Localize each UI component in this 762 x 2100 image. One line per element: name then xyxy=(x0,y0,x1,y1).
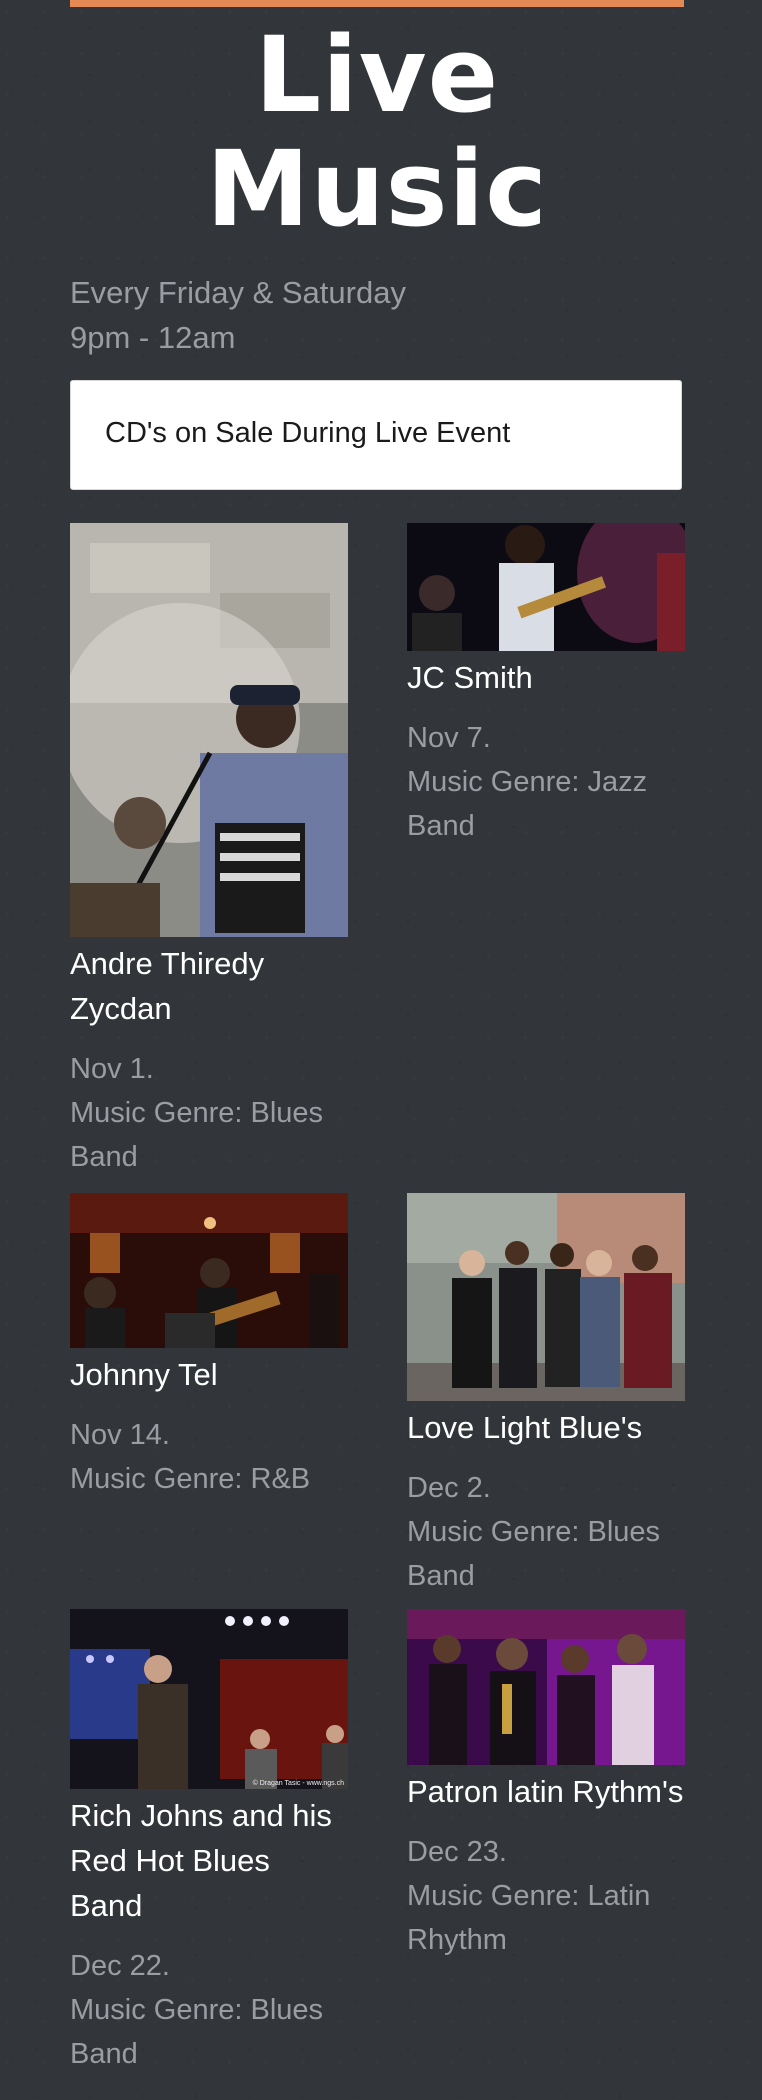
cd-sale-notice: CD's on Sale During Live Event xyxy=(70,380,682,490)
schedule-hours: 9pm - 12am xyxy=(70,320,236,355)
group-portrait-photo[interactable] xyxy=(407,1193,685,1401)
title-line-live: Live xyxy=(254,14,500,136)
event-meta: Dec 22. Music Genre: Blues Band xyxy=(70,1944,348,2076)
event-date: Nov 7. xyxy=(407,722,491,754)
event-card[interactable]: Andre Thiredy Zycdan Nov 1. Music Genre:… xyxy=(70,523,348,1179)
event-date: Dec 2. xyxy=(407,1472,491,1504)
accordion-singer-photo[interactable] xyxy=(70,523,348,937)
event-genre: Music Genre: Blues Band xyxy=(70,1994,324,2070)
event-meta: Dec 23. Music Genre: Latin Rhythm xyxy=(407,1830,685,1962)
event-genre: Music Genre: R&B xyxy=(70,1463,311,1495)
latin-band-photo[interactable] xyxy=(407,1609,685,1765)
event-date: Nov 14. xyxy=(70,1419,170,1451)
accent-bar xyxy=(70,0,684,7)
event-date: Dec 22. xyxy=(70,1950,170,1982)
cd-sale-notice-text: CD's on Sale During Live Event xyxy=(105,417,511,449)
harmonica-stage-photo[interactable]: © Dragan Tasic - www.ngs.ch xyxy=(70,1609,348,1789)
photo-watermark: © Dragan Tasic - www.ngs.ch xyxy=(252,1780,344,1787)
event-genre: Music Genre: Latin Rhythm xyxy=(407,1880,651,1956)
event-meta: Nov 7. Music Genre: Jazz Band xyxy=(407,716,685,848)
event-name[interactable]: Rich Johns and his Red Hot Blues Band xyxy=(70,1793,348,1928)
page-title: Live Music xyxy=(70,18,684,246)
event-date: Dec 23. xyxy=(407,1836,507,1868)
event-date: Nov 1. xyxy=(70,1053,154,1085)
event-card[interactable]: JC Smith Nov 7. Music Genre: Jazz Band xyxy=(407,523,685,848)
schedule-days: Every Friday & Saturday xyxy=(70,275,406,310)
event-meta: Dec 2. Music Genre: Blues Band xyxy=(407,1466,685,1598)
event-card[interactable]: © Dragan Tasic - www.ngs.ch Rich Johns a… xyxy=(70,1609,348,2076)
event-name[interactable]: Patron latin Rythm's xyxy=(407,1769,685,1814)
event-name[interactable]: Johnny Tel xyxy=(70,1352,348,1397)
band-bar-photo[interactable] xyxy=(70,1193,348,1348)
event-genre: Music Genre: Blues Band xyxy=(407,1516,661,1592)
event-card[interactable]: Patron latin Rythm's Dec 23. Music Genre… xyxy=(407,1609,685,1962)
event-name[interactable]: Andre Thiredy Zycdan xyxy=(70,941,348,1031)
schedule: Every Friday & Saturday 9pm - 12am xyxy=(70,270,406,360)
event-genre: Music Genre: Blues Band xyxy=(70,1097,324,1173)
event-card[interactable]: Johnny Tel Nov 14. Music Genre: R&B xyxy=(70,1193,348,1501)
event-card[interactable]: Love Light Blue's Dec 2. Music Genre: Bl… xyxy=(407,1193,685,1598)
title-line-music: Music xyxy=(206,128,548,250)
event-meta: Nov 14. Music Genre: R&B xyxy=(70,1413,348,1501)
event-name[interactable]: JC Smith xyxy=(407,655,685,700)
guitarist-stage-photo[interactable] xyxy=(407,523,685,651)
event-genre: Music Genre: Jazz Band xyxy=(407,766,648,842)
event-name[interactable]: Love Light Blue's xyxy=(407,1405,685,1450)
event-meta: Nov 1. Music Genre: Blues Band xyxy=(70,1047,348,1179)
